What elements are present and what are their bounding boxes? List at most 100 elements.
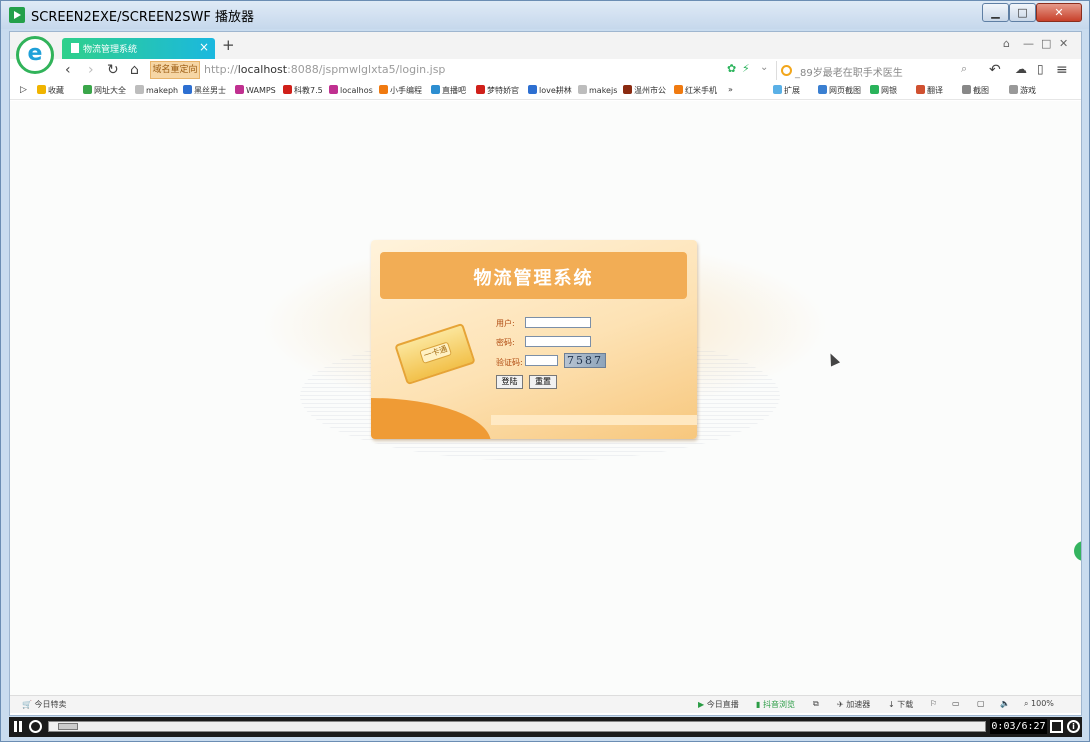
- bookmark-favicon-icon: [329, 85, 338, 94]
- shirt-icon[interactable]: ⌂: [1003, 37, 1010, 50]
- sidebar-toggle-icon[interactable]: ▷: [20, 85, 27, 95]
- window-title: SCREEN2EXE/SCREEN2SWF 播放器: [31, 10, 254, 25]
- bookmark-item[interactable]: 小手编程: [379, 85, 422, 96]
- status-accelerator[interactable]: ✈ 加速器: [837, 699, 870, 710]
- tab-bar: 物流管理系统 × + ⌂ — □ ✕: [10, 32, 1081, 59]
- status-live[interactable]: ▶ 今日直播: [698, 699, 739, 710]
- bookmark-tool[interactable]: 网页截图: [818, 85, 861, 96]
- bookmark-item[interactable]: localhos: [329, 85, 373, 95]
- forward-icon[interactable]: ›: [88, 62, 94, 78]
- side-panel-handle[interactable]: [1074, 541, 1081, 561]
- undo-icon[interactable]: ↶: [989, 62, 1001, 78]
- info-icon[interactable]: i: [1067, 720, 1080, 733]
- bookmark-favicon-icon: [83, 85, 92, 94]
- bookmark-favicon-icon: [135, 85, 144, 94]
- decorative-swoosh: [371, 398, 491, 439]
- login-panel: 物流管理系统 一卡通 用户: 密码: 验证码: 7587 登陆 重置: [371, 240, 697, 439]
- home-icon[interactable]: ⌂: [130, 62, 139, 78]
- status-today-sale[interactable]: 🛒 今日特卖: [22, 699, 67, 710]
- bookmark-more[interactable]: »: [728, 85, 733, 94]
- tool-icon: [916, 85, 925, 94]
- browser-logo-icon[interactable]: e: [16, 36, 54, 74]
- search-engine-icon: [781, 65, 792, 76]
- bookmarks-bar: ▷ 收藏 网址大全 makeph 黑丝男士 WAMPS 科教7.5 localhos 小手编程…: [10, 83, 1081, 100]
- security-icon[interactable]: ✿: [727, 62, 736, 75]
- bookmark-tool[interactable]: 扩展: [773, 85, 800, 96]
- bookmark-favicon-icon: [528, 85, 537, 94]
- bookmark-favicon-icon: [37, 85, 46, 94]
- bookmark-item[interactable]: love耕林: [528, 85, 572, 96]
- tool-icon: [1009, 85, 1018, 94]
- bookmark-item[interactable]: 直播吧: [431, 85, 466, 96]
- app-play-icon: [9, 7, 25, 23]
- bookmark-item[interactable]: 黑丝男士: [183, 85, 226, 96]
- bookmark-item[interactable]: 收藏: [37, 85, 64, 96]
- status-icon-1[interactable]: ⧉: [813, 699, 819, 709]
- reset-button[interactable]: 重置: [529, 375, 557, 389]
- bookmark-favicon-icon: [183, 85, 192, 94]
- bookmark-favicon-icon: [623, 85, 632, 94]
- pause-icon[interactable]: [12, 720, 24, 733]
- captcha-input[interactable]: [525, 355, 558, 366]
- close-button[interactable]: ✕: [1036, 3, 1082, 22]
- password-label: 密码:: [496, 338, 515, 347]
- login-button[interactable]: 登陆: [496, 375, 523, 389]
- username-input[interactable]: [525, 317, 591, 328]
- player-controls: 0:03/6:27 i: [9, 717, 1082, 737]
- close-icon[interactable]: ✕: [1059, 37, 1068, 50]
- bookmark-item[interactable]: makeph: [135, 85, 178, 95]
- back-icon[interactable]: ‹: [65, 62, 71, 78]
- bookmark-item[interactable]: makejs: [578, 85, 617, 95]
- password-input[interactable]: [525, 336, 591, 347]
- address-bar[interactable]: http://localhost:8088/jspmwlglxta5/login…: [204, 63, 445, 76]
- bookmark-tool[interactable]: 截图: [962, 85, 989, 96]
- status-douyin[interactable]: ▮ 抖音浏览: [756, 699, 795, 710]
- restore-icon[interactable]: □: [1041, 37, 1051, 50]
- tool-icon: [870, 85, 879, 94]
- screen-icon[interactable]: ▢: [977, 699, 985, 708]
- bookmark-item[interactable]: 科教7.5: [283, 85, 323, 96]
- bookmark-tool[interactable]: 网银: [870, 85, 897, 96]
- search-input[interactable]: _89岁最老在职手术医生: [776, 61, 979, 80]
- bookmark-tool[interactable]: 游戏: [1009, 85, 1036, 96]
- refresh-icon[interactable]: ↻: [107, 62, 119, 78]
- phone-icon[interactable]: ▯: [1037, 62, 1044, 76]
- menu-icon[interactable]: ≡: [1056, 62, 1068, 78]
- window-titlebar[interactable]: SCREEN2EXE/SCREEN2SWF 播放器 ▁ □ ✕: [1, 1, 1089, 29]
- new-tab-button[interactable]: +: [222, 36, 235, 54]
- maximize-button[interactable]: □: [1009, 3, 1036, 22]
- navigation-bar: ‹ › ↻ ⌂ 域名重定向 http://localhost:8088/jspm…: [10, 59, 1081, 83]
- bookmark-tool[interactable]: 翻译: [916, 85, 943, 96]
- bookmark-item[interactable]: WAMPS: [235, 85, 276, 95]
- bookmark-item[interactable]: 温州市公: [623, 85, 666, 96]
- tab-close-icon[interactable]: ×: [199, 40, 209, 54]
- bookmark-favicon-icon: [235, 85, 244, 94]
- tool-icon: [818, 85, 827, 94]
- bookmark-item[interactable]: 红米手机: [674, 85, 717, 96]
- minimize-icon[interactable]: —: [1023, 37, 1034, 50]
- cloud-icon[interactable]: ☁: [1015, 62, 1027, 76]
- flag-icon[interactable]: ⚐: [930, 699, 937, 708]
- captcha-image[interactable]: 7587: [564, 353, 606, 368]
- chevron-down-icon[interactable]: ⌄: [760, 62, 768, 73]
- status-download[interactable]: ↓ 下载: [888, 699, 913, 710]
- bookmark-item[interactable]: 网址大全: [83, 85, 126, 96]
- player-window: SCREEN2EXE/SCREEN2SWF 播放器 ▁ □ ✕ 物流管理系统 ×…: [0, 0, 1090, 742]
- fullscreen-icon[interactable]: [1050, 720, 1063, 733]
- minimize-button[interactable]: ▁: [982, 3, 1009, 22]
- progress-thumb[interactable]: [58, 723, 78, 730]
- mute-icon[interactable]: [29, 720, 42, 733]
- progress-track[interactable]: [48, 721, 986, 732]
- window-icon[interactable]: ▭: [952, 699, 960, 708]
- bookmark-favicon-icon: [431, 85, 440, 94]
- decorative-band: [491, 415, 697, 425]
- tab-login-page[interactable]: 物流管理系统 ×: [62, 38, 215, 59]
- lightning-icon[interactable]: ⚡: [742, 62, 750, 75]
- bookmark-item[interactable]: 梦特娇官: [476, 85, 519, 96]
- volume-icon[interactable]: 🔈: [1000, 699, 1010, 708]
- zoom-level[interactable]: ⌕ 100%: [1024, 699, 1054, 709]
- search-icon[interactable]: ⌕: [961, 62, 967, 76]
- playback-time: 0:03/6:27: [990, 719, 1047, 734]
- bookmark-favicon-icon: [578, 85, 587, 94]
- redirect-badge[interactable]: 域名重定向: [150, 61, 200, 79]
